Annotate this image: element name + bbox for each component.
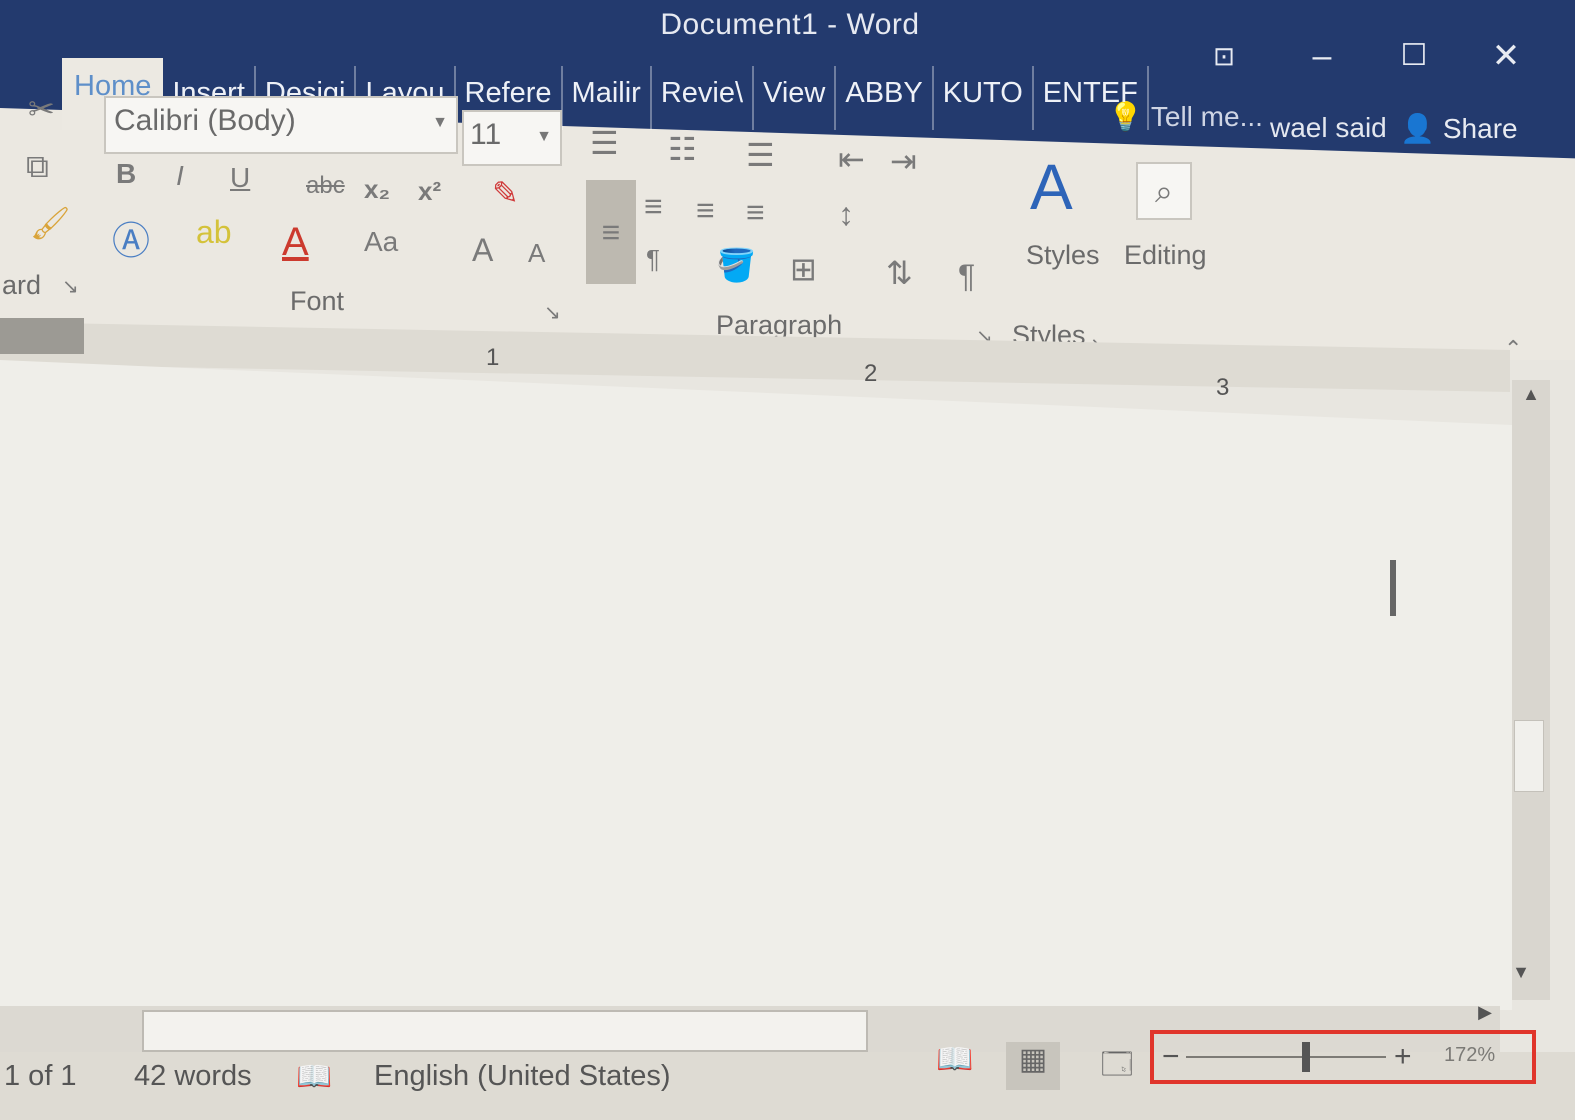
tab-review[interactable]: Revie\ bbox=[652, 66, 755, 130]
format-painter-icon[interactable]: 🖌 bbox=[30, 204, 71, 242]
tell-me-label: Tell me... bbox=[1150, 100, 1263, 132]
line-spacing-icon[interactable]: ↕ bbox=[838, 196, 854, 233]
close-button[interactable]: ✕ bbox=[1480, 30, 1532, 82]
chevron-down-icon: ▼ bbox=[432, 114, 448, 131]
page-count[interactable]: 1 of 1 bbox=[4, 1060, 77, 1093]
scroll-down-icon[interactable]: ▼ bbox=[1508, 962, 1534, 988]
bold-button[interactable]: B bbox=[116, 158, 136, 190]
document-page[interactable] bbox=[0, 360, 1512, 1010]
subscript-button[interactable]: x₂ bbox=[364, 174, 390, 205]
align-center-icon[interactable]: ≡ bbox=[644, 188, 663, 225]
tab-abbyy[interactable]: ABBY bbox=[836, 66, 934, 130]
cut-icon[interactable]: ✂ bbox=[28, 90, 55, 128]
strikethrough-button[interactable]: abc bbox=[306, 172, 345, 200]
font-name-dropdown[interactable]: Calibri (Body) ▼ bbox=[104, 96, 458, 154]
ribbon-display-options-button[interactable]: ⊡ bbox=[1198, 30, 1250, 82]
language-indicator[interactable]: English (United States) bbox=[374, 1060, 671, 1093]
styles-icon[interactable]: A bbox=[1030, 150, 1073, 224]
font-group-label: Font bbox=[290, 286, 345, 316]
ruler-mark: 3 bbox=[1216, 374, 1230, 401]
ruler-margin bbox=[0, 318, 84, 354]
share-button[interactable]: 👤 Share bbox=[1400, 112, 1518, 145]
word-count[interactable]: 42 words bbox=[134, 1060, 252, 1093]
copy-icon[interactable]: ⧉ bbox=[26, 148, 49, 186]
vertical-scrollbar[interactable] bbox=[1512, 380, 1550, 1000]
vertical-scroll-thumb[interactable] bbox=[1514, 720, 1544, 792]
zoom-out-button[interactable]: − bbox=[1162, 1040, 1180, 1074]
increase-indent-icon[interactable]: ⇥ bbox=[890, 142, 917, 180]
proofing-icon[interactable]: 📖 bbox=[296, 1060, 332, 1094]
font-size-dropdown[interactable]: 11 ▼ bbox=[462, 110, 562, 166]
scroll-up-icon[interactable]: ▲ bbox=[1518, 384, 1544, 410]
scroll-right-icon[interactable]: ▶ bbox=[1472, 1002, 1498, 1028]
superscript-button[interactable]: x² bbox=[418, 176, 441, 207]
read-mode-icon[interactable]: 📖 bbox=[928, 1042, 982, 1090]
tab-view[interactable]: View bbox=[754, 66, 837, 130]
shrink-font-button[interactable]: A bbox=[528, 238, 545, 269]
rtl-direction-icon[interactable]: ¶ bbox=[646, 244, 660, 275]
clear-formatting-icon[interactable]: ✎ bbox=[492, 174, 519, 212]
person-plus-icon: 👤 bbox=[1400, 113, 1435, 144]
dialog-launcher-icon[interactable]: ↘ bbox=[62, 274, 79, 299]
maximize-button[interactable]: ☐ bbox=[1388, 30, 1440, 82]
user-name[interactable]: wael said bbox=[1270, 112, 1387, 144]
borders-icon[interactable]: ⊞ bbox=[790, 250, 817, 288]
dialog-launcher-icon[interactable]: ↘ bbox=[544, 300, 561, 325]
change-case-button[interactable]: Aa bbox=[364, 226, 398, 258]
chevron-down-icon: ▼ bbox=[536, 128, 552, 145]
search-icon[interactable]: ⌕ bbox=[1136, 162, 1192, 220]
align-right-icon[interactable]: ≡ bbox=[696, 192, 715, 229]
font-size-value: 11 bbox=[470, 118, 502, 151]
highlight-color-icon[interactable]: ab bbox=[196, 214, 232, 251]
shading-icon[interactable]: 🪣 bbox=[716, 246, 756, 284]
ruler-mark: 1 bbox=[486, 344, 500, 371]
show-formatting-icon[interactable]: ¶ bbox=[958, 258, 975, 295]
tab-enter[interactable]: ENTEF bbox=[1034, 66, 1149, 130]
bullets-icon[interactable]: ☰ bbox=[590, 124, 619, 162]
mouse-cursor bbox=[1390, 560, 1396, 616]
italic-button[interactable]: I bbox=[176, 160, 184, 192]
editing-button-label[interactable]: Editing bbox=[1124, 240, 1207, 271]
decrease-indent-icon[interactable]: ⇤ bbox=[838, 140, 865, 178]
share-label: Share bbox=[1442, 112, 1518, 144]
grow-font-button[interactable]: A bbox=[472, 232, 493, 269]
ruler-mark: 2 bbox=[864, 360, 878, 387]
zoom-in-button[interactable]: + bbox=[1394, 1040, 1412, 1074]
print-layout-icon[interactable]: ▦ bbox=[1006, 1042, 1060, 1090]
font-color-icon[interactable]: A bbox=[282, 220, 309, 265]
clipboard-group-label: ard bbox=[2, 270, 42, 300]
multilevel-list-icon[interactable]: ☰ bbox=[746, 136, 775, 174]
numbering-icon[interactable]: ☷ bbox=[668, 130, 697, 168]
horizontal-scroll-thumb[interactable] bbox=[142, 1010, 868, 1052]
zoom-level[interactable]: 172% bbox=[1444, 1044, 1495, 1067]
zoom-slider[interactable] bbox=[1186, 1056, 1386, 1058]
sort-icon[interactable]: ⇅ bbox=[886, 254, 913, 292]
font-name-value: Calibri (Body) bbox=[114, 104, 296, 137]
align-left-icon[interactable]: ≡ bbox=[586, 180, 636, 284]
minimize-button[interactable]: – bbox=[1296, 30, 1348, 82]
tab-mailings[interactable]: Mailir bbox=[563, 66, 652, 130]
web-layout-icon[interactable]: 🗔 bbox=[1090, 1042, 1144, 1090]
justify-icon[interactable]: ≡ bbox=[746, 194, 765, 231]
zoom-slider-thumb[interactable] bbox=[1302, 1042, 1310, 1072]
underline-button[interactable]: U bbox=[230, 162, 250, 194]
tab-kuto[interactable]: KUTO bbox=[934, 66, 1034, 130]
styles-button-label[interactable]: Styles bbox=[1026, 240, 1100, 271]
text-effects-icon[interactable]: Ⓐ bbox=[112, 210, 150, 265]
